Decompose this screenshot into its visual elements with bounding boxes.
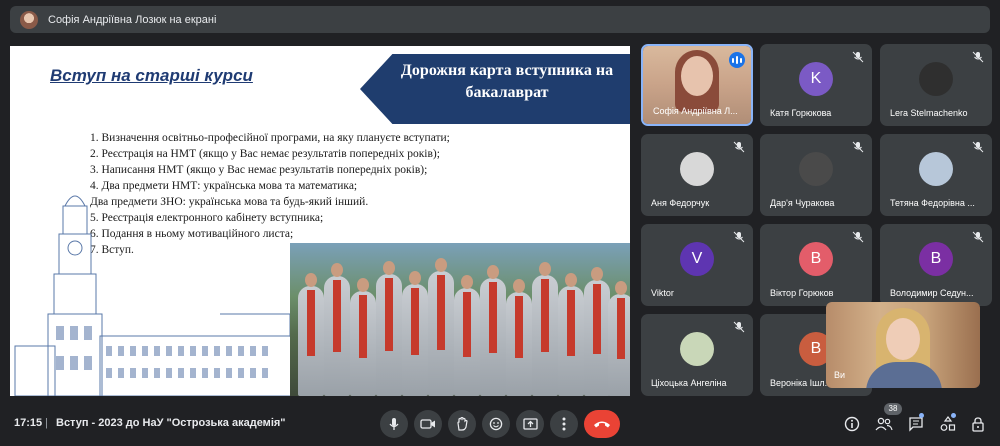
slide-heading: Вступ на старші курси: [50, 66, 253, 85]
mic-button[interactable]: [380, 410, 408, 438]
mic-off-icon: [733, 231, 745, 243]
people-icon: [875, 417, 893, 431]
participant-tile[interactable]: В Віктор Горюков: [760, 224, 872, 306]
chat-icon: [909, 417, 923, 432]
participant-count-badge: 38: [884, 403, 902, 415]
participant-photo: [680, 332, 714, 366]
participant-name: Віктор Горюков: [770, 288, 834, 298]
participant-name: Володимир Седун...: [890, 288, 974, 298]
participant-tile[interactable]: В Володимир Седун...: [880, 224, 992, 306]
participant-avatar: В: [919, 242, 953, 276]
mic-off-icon: [852, 51, 864, 63]
more-vert-icon: [562, 417, 566, 431]
mic-off-icon: [972, 51, 984, 63]
raise-hand-icon: [457, 417, 468, 431]
participant-name: Дар'я Чуракова: [770, 198, 835, 208]
participant-name: Viktor: [651, 288, 674, 298]
mic-off-icon: [733, 321, 745, 333]
self-view-label: Ви: [834, 370, 846, 380]
meeting-title: Вступ - 2023 до НаУ "Острозька академія": [56, 417, 286, 429]
self-view-tile[interactable]: Ви: [826, 302, 980, 388]
host-controls-button[interactable]: [968, 414, 988, 434]
meeting-details-button[interactable]: [842, 414, 862, 434]
activities-icon: [940, 416, 956, 431]
activities-dot: [951, 413, 956, 418]
participant-avatar: V: [680, 242, 714, 276]
host-controls-icon: [972, 417, 984, 432]
mic-off-icon: [972, 141, 984, 153]
emoji-button[interactable]: [482, 410, 510, 438]
mic-off-icon: [852, 141, 864, 153]
end-call-icon: [594, 421, 610, 428]
participant-name: Софія Андріївна Л...: [653, 106, 738, 116]
mic-off-icon: [852, 231, 864, 243]
more-options-button[interactable]: [550, 410, 578, 438]
slide-arrow-title: Дорожня карта вступника на бакалаврат: [400, 62, 614, 101]
participant-tile[interactable]: Lera Stelmachenko: [880, 44, 992, 126]
camera-button[interactable]: [414, 410, 442, 438]
academy-building-drawing: [14, 195, 295, 396]
presenting-text: Софія Андріївна Лозюк на екрані: [48, 13, 217, 26]
title-separator: |: [45, 417, 48, 429]
participant-tile[interactable]: Ціхоцька Ангеліна: [641, 314, 753, 396]
control-bar: 17:15 | Вступ - 2023 до НаУ "Острозька а…: [0, 402, 1000, 446]
participant-photo: [680, 152, 714, 186]
graduates-photo: [290, 243, 630, 396]
slide-step: 2. Реєстрація на НМТ (якщо у Вас немає р…: [90, 148, 440, 160]
emoji-icon: [489, 417, 503, 431]
participant-avatar: K: [799, 62, 833, 96]
participant-name: Катя Горюкова: [770, 108, 832, 118]
presenting-banner: Софія Андріївна Лозюк на екрані: [10, 6, 990, 33]
participant-tile[interactable]: Софія Андріївна Л...: [641, 44, 753, 126]
participant-name: Аня Федорчук: [651, 198, 710, 208]
participant-photo: [919, 62, 953, 96]
leave-call-button[interactable]: [584, 410, 620, 438]
participant-tile[interactable]: Аня Федорчук: [641, 134, 753, 216]
info-icon: [844, 416, 860, 432]
participant-photo: [919, 152, 953, 186]
raise-hand-button[interactable]: [448, 410, 476, 438]
participant-tile[interactable]: K Катя Горюкова: [760, 44, 872, 126]
speaking-indicator-icon: [729, 52, 745, 68]
participant-avatar: В: [799, 242, 833, 276]
meeting-clock: 17:15: [14, 417, 43, 429]
mic-icon: [389, 418, 399, 430]
present-button[interactable]: [516, 410, 544, 438]
participant-name: Тетяна Федорівна ...: [890, 198, 975, 208]
participant-photo: [799, 152, 833, 186]
participant-name: Lera Stelmachenko: [890, 108, 968, 118]
participant-name: Ціхоцька Ангеліна: [651, 378, 727, 388]
presenter-avatar: [20, 10, 38, 29]
shared-screen: Вступ на старші курси Дорожня карта всту…: [10, 46, 630, 396]
slide-step: 1. Визначення освітньо-професійної прогр…: [90, 132, 450, 144]
people-button[interactable]: [874, 414, 894, 434]
participant-tile[interactable]: Дар'я Чуракова: [760, 134, 872, 216]
present-icon: [522, 417, 538, 430]
participant-tile[interactable]: Тетяна Федорівна ...: [880, 134, 992, 216]
chat-unread-dot: [919, 413, 924, 418]
mic-off-icon: [733, 141, 745, 153]
meet-window: Софія Андріївна Лозюк на екрані Вступ на…: [0, 0, 1000, 446]
camera-icon: [420, 419, 435, 429]
slide-step: 3. Написання НМТ (якщо у Вас немає резул…: [90, 164, 428, 176]
participant-tile[interactable]: V Viktor: [641, 224, 753, 306]
mic-off-icon: [972, 231, 984, 243]
